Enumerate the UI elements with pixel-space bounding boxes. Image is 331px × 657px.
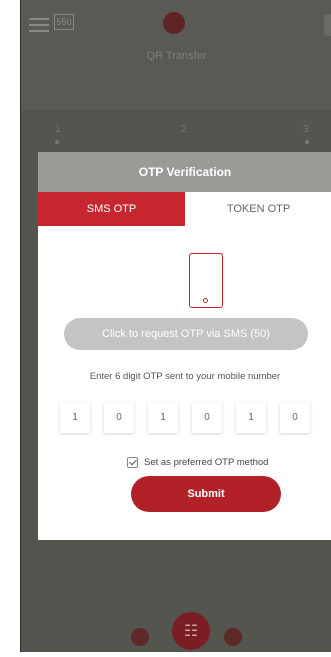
otp-digit-6[interactable]: 0	[280, 403, 310, 433]
request-otp-button[interactable]: Click to request OTP via SMS (50)	[64, 318, 308, 350]
modal-title: OTP Verification	[38, 152, 331, 192]
checkbox-icon[interactable]	[127, 456, 138, 468]
step-dot	[55, 140, 59, 144]
submit-button[interactable]: Submit	[131, 476, 281, 512]
grid-icon[interactable]: ☷	[172, 612, 210, 650]
otp-digit-4[interactable]: 0	[192, 403, 222, 433]
header-badge: 550	[54, 14, 74, 30]
step-2: 2	[181, 124, 187, 135]
otp-instruction: Enter 6 digit OTP sent to your mobile nu…	[89, 371, 281, 382]
step-1: 1	[55, 124, 61, 135]
side-tab[interactable]	[324, 14, 331, 36]
otp-digit-1[interactable]: 1	[60, 403, 90, 433]
app-frame: 550 QR Transfer 1 2 3 ☷ OTP Verification…	[20, 0, 331, 652]
otp-verification-modal: OTP Verification SMS OTP TOKEN OTP Click…	[38, 152, 331, 540]
preferred-method-label: Set as preferred OTP method	[144, 456, 269, 468]
step-indicator: 1 2 3	[21, 118, 331, 148]
background-title: QR Transfer	[146, 50, 207, 62]
phone-icon	[189, 253, 223, 308]
otp-digit-2[interactable]: 0	[104, 403, 134, 433]
otp-input-row: 1 0 1 0 1 0	[60, 403, 310, 433]
step-3: 3	[303, 124, 309, 135]
app-logo-icon	[163, 12, 185, 34]
tab-sms-otp[interactable]: SMS OTP	[38, 192, 185, 226]
otp-digit-5[interactable]: 1	[236, 403, 266, 433]
bottom-edge	[0, 652, 331, 657]
qr-icon[interactable]	[131, 628, 149, 646]
card-icon[interactable]	[224, 628, 242, 646]
otp-tabs: SMS OTP TOKEN OTP	[38, 192, 331, 226]
preferred-method-option[interactable]: Set as preferred OTP method	[127, 455, 268, 469]
tab-token-otp[interactable]: TOKEN OTP	[185, 192, 331, 226]
step-dot	[305, 140, 309, 144]
menu-icon[interactable]	[29, 18, 49, 32]
otp-digit-3[interactable]: 1	[148, 403, 178, 433]
